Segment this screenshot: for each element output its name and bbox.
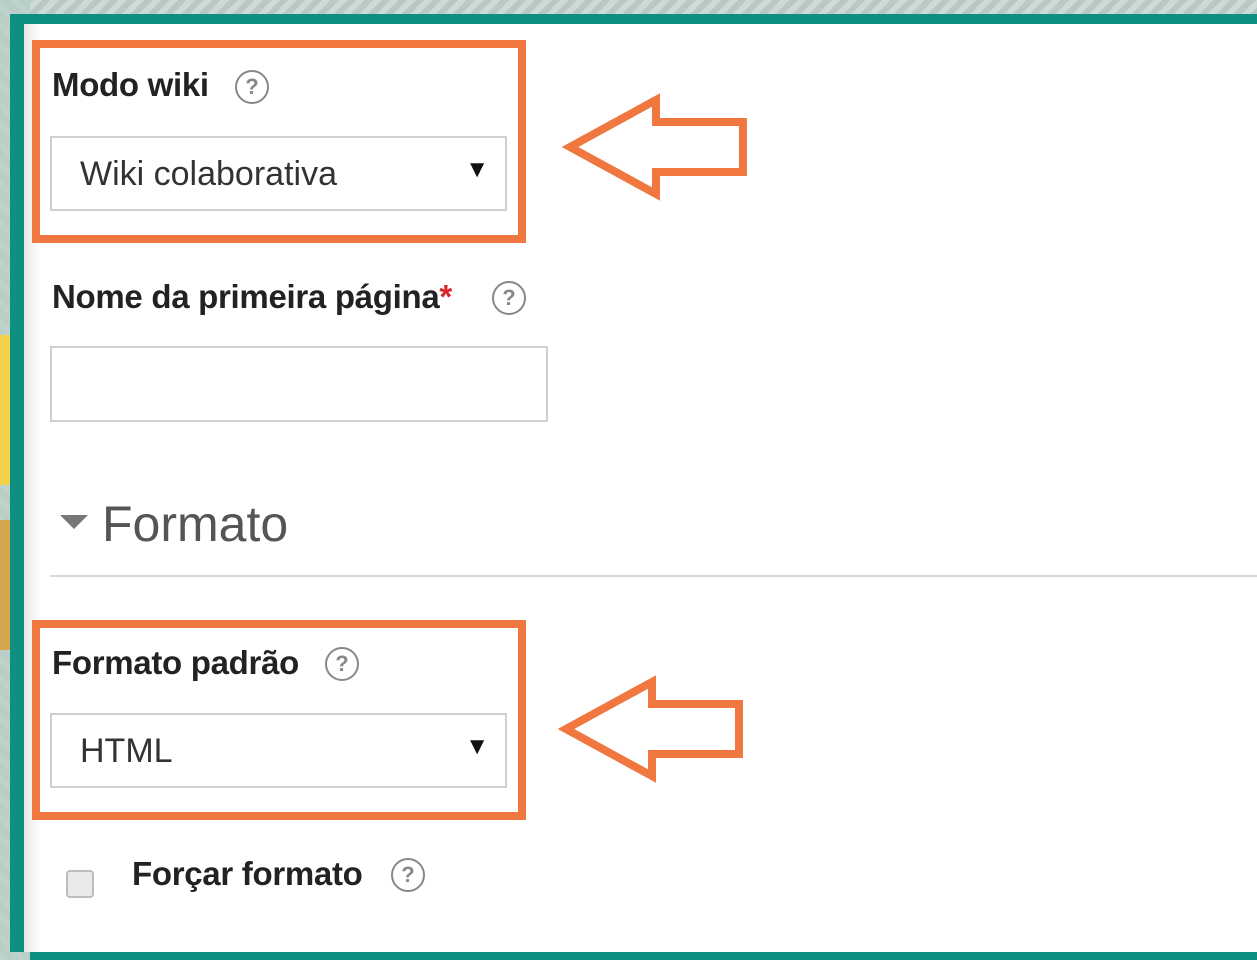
highlight-box-default-format <box>32 620 526 820</box>
help-icon[interactable]: ? <box>391 858 425 892</box>
first-page-label: Nome da primeira página* <box>52 278 452 316</box>
left-arrow-annotation <box>557 675 743 783</box>
first-page-label-text: Nome da primeira página <box>52 278 440 315</box>
format-section-title[interactable]: Formato <box>102 495 288 553</box>
help-icon[interactable]: ? <box>492 281 526 315</box>
section-divider <box>50 575 1257 577</box>
force-format-label: Forçar formato <box>132 855 363 892</box>
highlight-box-wiki-mode <box>32 40 526 243</box>
first-page-input[interactable] <box>50 346 548 422</box>
force-format-checkbox[interactable] <box>66 870 94 898</box>
required-mark: * <box>439 278 452 315</box>
left-arrow-annotation <box>561 93 747 201</box>
background-top-pattern <box>0 0 1257 14</box>
collapse-caret-icon[interactable] <box>60 515 88 529</box>
